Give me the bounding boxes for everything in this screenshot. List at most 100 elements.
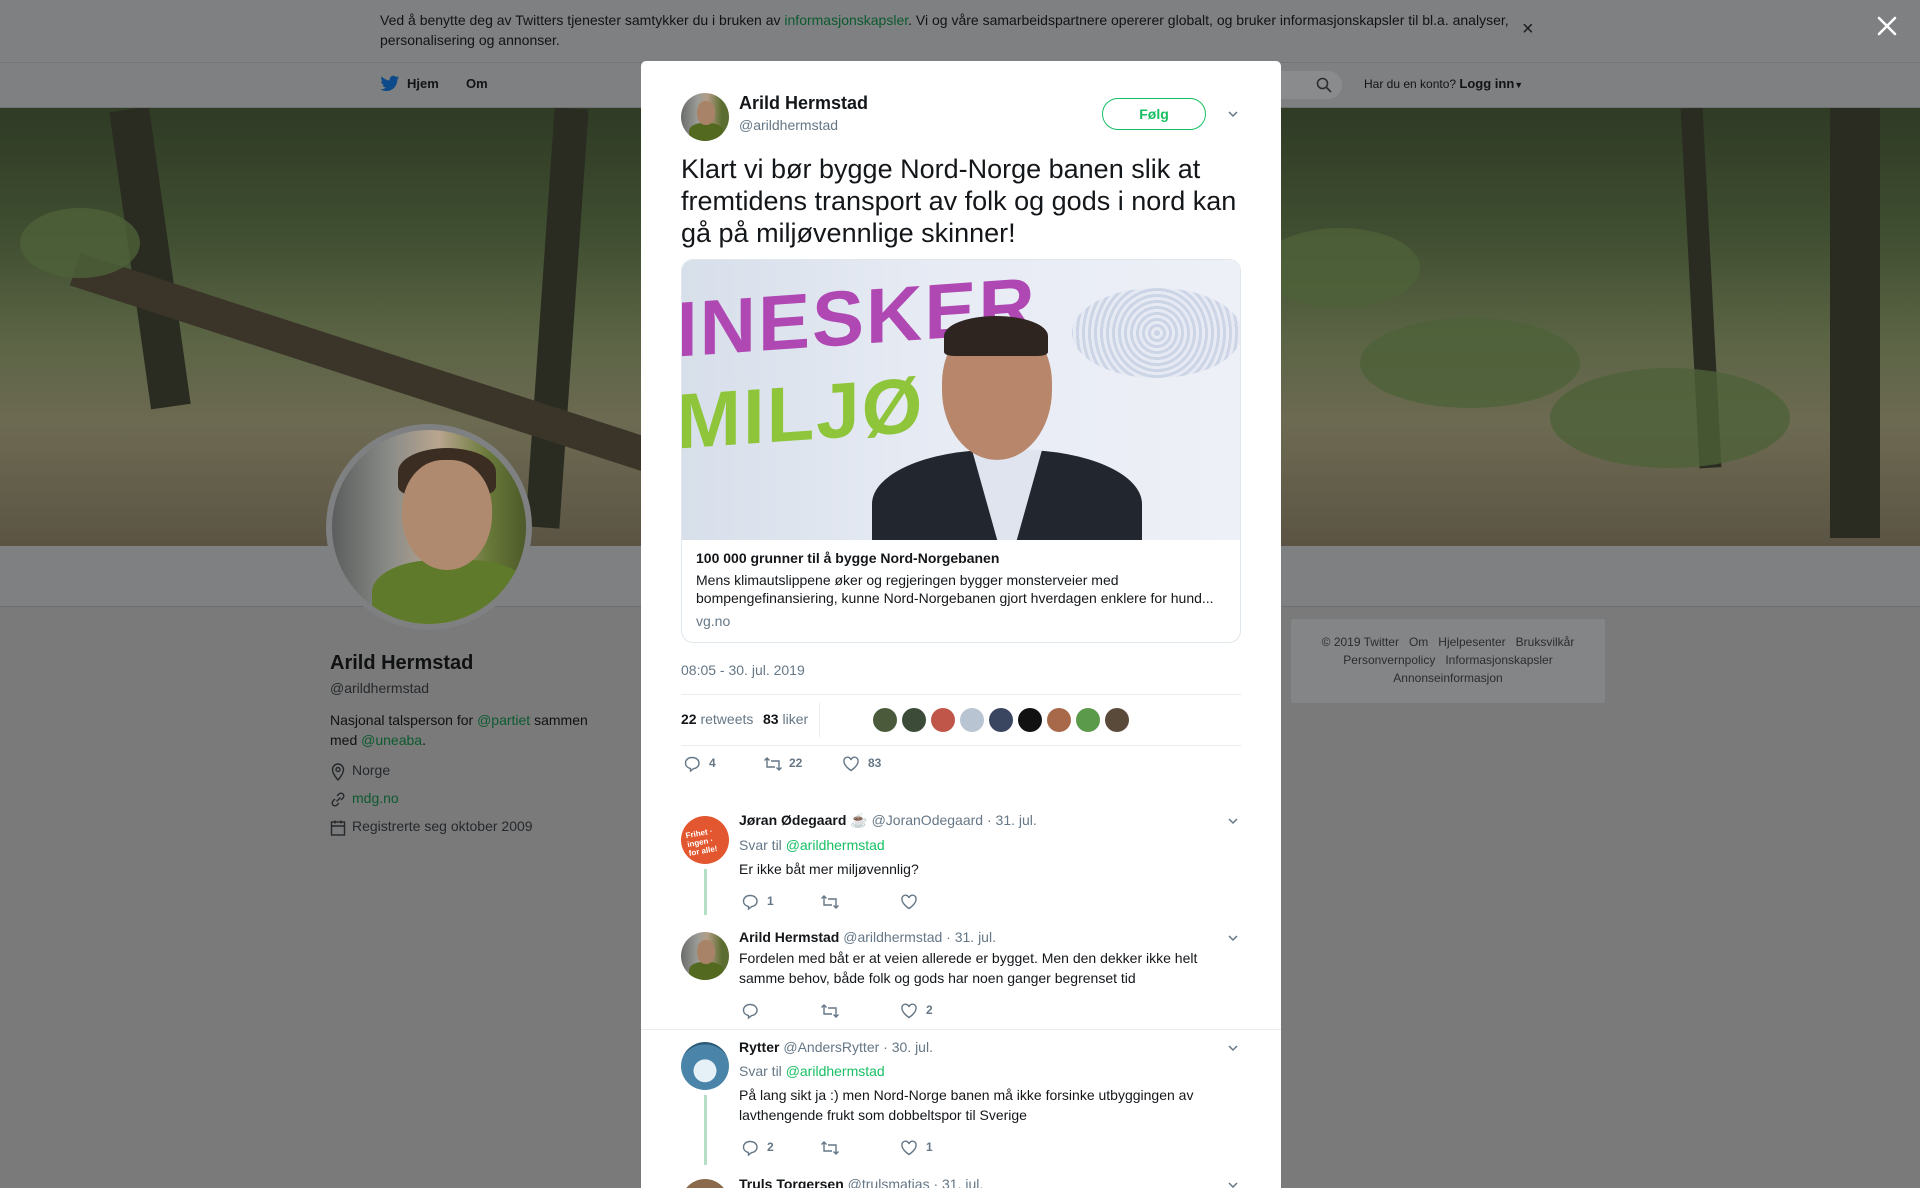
bio-link-uneaba[interactable]: @uneaba [361,732,422,748]
profile-website: mdg.no [330,790,399,807]
reply-icon [742,1003,758,1020]
cookie-close-button[interactable]: × [1522,18,1534,41]
tweet-modal: Arild Hermstad @arildhermstad Følg Klart… [641,61,1281,1188]
footer-line-3[interactable]: Annonseinformasjon [1291,669,1605,687]
liker-avatar[interactable] [1018,708,1042,732]
reply-author-handle[interactable]: @arildhermstad [843,929,942,945]
liker-avatar[interactable] [960,708,984,732]
reply-author-name[interactable]: Arild Hermstad [739,929,839,945]
liker-avatar[interactable] [989,708,1013,732]
reply-icon [742,1140,758,1157]
liker-avatar[interactable] [902,708,926,732]
account-prompt: Har du en konto? Logg inn▼ [1364,76,1524,91]
link-card-image: INESKER MILJØ [682,260,1240,540]
chevron-down-icon[interactable] [1227,815,1239,827]
profile-avatar[interactable] [326,424,532,630]
liker-avatar[interactable] [931,708,955,732]
reply-avatar[interactable] [681,932,729,980]
footer-line-2[interactable]: Personvernpolicy Informasjonskapsler [1291,651,1605,669]
reply-text: Fordelen med båt er at veien allerede er… [739,950,1198,986]
bio-link-partiet[interactable]: @partiet [477,712,530,728]
reply-avatar[interactable] [681,1042,729,1090]
reply-header: Arild Hermstad @arildhermstad · 31. jul. [739,929,996,945]
reply-header: Jøran Ødegaard ☕ @JoranOdegaard · 31. ju… [739,812,1037,829]
reply-date[interactable]: · 31. jul. [946,929,996,945]
reply-avatar[interactable] [681,1179,729,1188]
reply-date[interactable]: · 31. jul. [933,1176,983,1188]
divider [641,1029,1281,1030]
reply-avatar[interactable]: Frihet · ingen · for alle! [681,816,729,864]
chevron-down-icon[interactable] [1227,932,1239,944]
reply-date[interactable]: · 30. jul. [883,1039,933,1055]
tweet-stats: 22 retweets 83 liker [681,694,1241,746]
reply-header: Truls Torgersen @trulsmatias · 31. jul. [739,1176,983,1188]
reply-to-link[interactable]: @arildhermstad [786,1063,885,1079]
footer-line-1[interactable]: © 2019 Twitter Om Hjelpesenter Bruksvilk… [1291,633,1605,651]
liker-avatar[interactable] [1076,708,1100,732]
close-modal-icon[interactable] [1873,12,1901,40]
follow-button[interactable]: Følg [1102,98,1206,130]
like-stat[interactable]: 83 liker [763,711,808,727]
reply-header: Rytter @AndersRytter · 30. jul. [739,1039,933,1055]
link-icon [331,792,345,807]
reply-to-link[interactable]: @arildhermstad [786,837,885,853]
reply-text: Er ikke båt mer miljøvennlig? [739,861,919,877]
thread-line [704,1095,707,1165]
liker-avatar[interactable] [873,708,897,732]
cookie-text: Ved å benytte deg av Twitters tjenester … [380,12,1509,48]
location-pin-icon [331,763,345,781]
tweet-timestamp[interactable]: 08:05 - 30. jul. 2019 [681,662,805,678]
reply-icon [684,756,700,773]
link-card-domain: vg.no [696,613,731,629]
reply-to: Svar til @arildhermstad [739,837,885,853]
link-card[interactable]: INESKER MILJØ 100 000 grunner til å bygg… [681,259,1241,643]
liker-avatar[interactable] [1105,708,1129,732]
calendar-icon [330,820,346,836]
liker-avatar[interactable] [1047,708,1071,732]
search-icon [1316,77,1332,93]
retweet-icon [821,1141,839,1155]
reply-author-name[interactable]: Jøran Ødegaard ☕ [739,812,868,828]
profile-bio: Nasjonal talsperson for @partiet sammen … [330,712,588,748]
reply-author-handle[interactable]: @trulsmatias [848,1176,930,1188]
twitter-bird-icon [380,75,400,91]
reply-text: På lang sikt ja :) men Nord-Norge banen … [739,1087,1194,1123]
profile-joined: Registrerte seg oktober 2009 [330,818,533,836]
reply-icon [742,894,758,911]
thread-line [704,869,707,915]
cookie-banner: Ved å benytte deg av Twitters tjenester … [0,0,1920,63]
tweet-author-handle[interactable]: @arildhermstad [739,117,838,133]
link-card-title: 100 000 grunner til å bygge Nord-Norgeba… [696,550,1000,566]
cookie-link[interactable]: informasjonskapsler [784,12,908,28]
link-card-description: Mens klimautslippene øker og regjeringen… [696,572,1214,606]
heart-icon [901,1003,917,1019]
heart-icon [901,1140,917,1156]
reply-author-name[interactable]: Truls Torgersen [739,1176,844,1188]
heart-icon [901,894,917,910]
caret-down-icon: ▼ [1514,80,1524,90]
reply-author-handle[interactable]: @JoranOdegaard [872,812,984,828]
profile-name[interactable]: Arild Hermstad [330,652,473,675]
retweet-icon [764,757,782,771]
chevron-down-icon[interactable] [1227,1042,1239,1054]
profile-location: Norge [330,762,390,781]
reply-to: Svar til @arildhermstad [739,1063,885,1079]
chevron-down-icon[interactable] [1227,108,1239,120]
footer-links: © 2019 Twitter Om Hjelpesenter Bruksvilk… [1290,618,1606,704]
reply-author-handle[interactable]: @AndersRytter [783,1039,879,1055]
heart-icon [843,756,859,772]
retweet-icon [821,895,839,909]
login-link[interactable]: Logg inn [1459,76,1514,91]
chevron-down-icon[interactable] [1227,1179,1239,1188]
tweet-text: Klart vi bør bygge Nord-Norge banen slik… [681,154,1237,248]
retweet-stat[interactable]: 22 retweets [681,711,753,727]
reply-date[interactable]: · 31. jul. [987,812,1037,828]
nav-about[interactable]: Om [466,76,488,91]
nav-home[interactable]: Hjem [407,76,439,91]
profile-handle[interactable]: @arildhermstad [330,680,429,696]
retweet-icon [821,1004,839,1018]
reply-author-name[interactable]: Rytter [739,1039,779,1055]
profile-website-link[interactable]: mdg.no [352,790,399,806]
tweet-author-name[interactable]: Arild Hermstad [739,93,868,114]
tweet-author-avatar[interactable] [681,93,729,141]
